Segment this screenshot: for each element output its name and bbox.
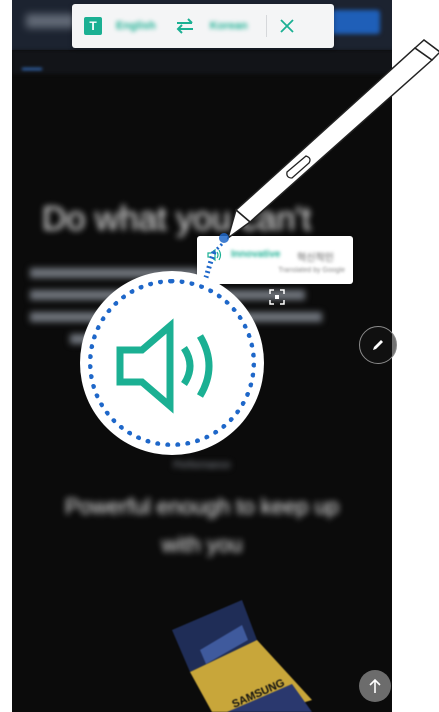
speaker-icon xyxy=(116,318,213,414)
